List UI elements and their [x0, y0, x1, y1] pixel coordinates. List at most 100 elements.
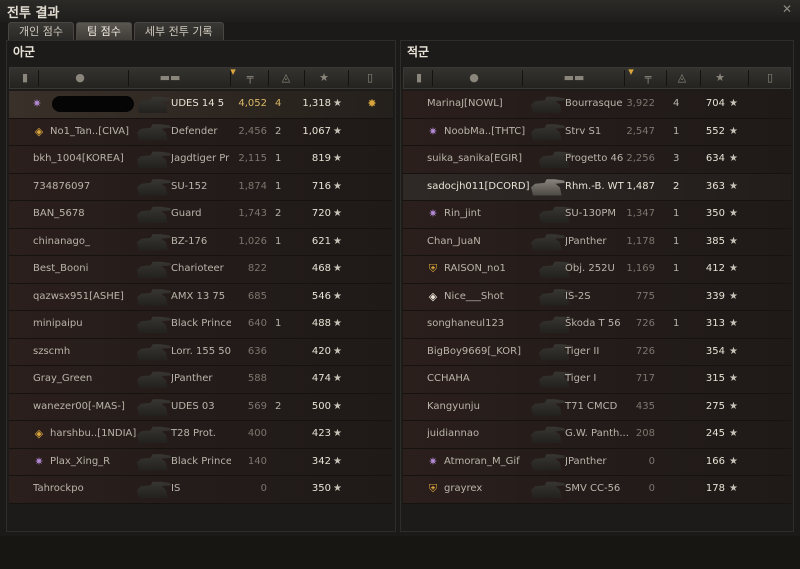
player-name: szscmh: [33, 345, 71, 357]
rank-icon[interactable]: ▮: [16, 68, 34, 88]
table-row[interactable]: BAN_5678 Guard 1,743 2 720 ★: [9, 201, 393, 229]
xp-star-icon[interactable]: ★: [314, 68, 334, 88]
rank-icon[interactable]: ▮: [410, 68, 428, 88]
tank-icon: [137, 454, 171, 471]
window-footer: [0, 536, 800, 569]
tab-team-score[interactable]: 팀 점수: [75, 22, 132, 41]
tank-icon: [137, 481, 171, 498]
table-row[interactable]: suika_sanika[EGIR] Progetto 46 2,256 3 6…: [403, 146, 791, 174]
xp-star-icon: ★: [333, 483, 342, 494]
tank-icon: [137, 426, 171, 443]
player-icon[interactable]: ●: [464, 68, 484, 88]
tank-name: Charioteer: [171, 263, 224, 274]
table-row[interactable]: 734876097 SU-152 1,874 1 716 ★: [9, 173, 393, 201]
kills-value: 2: [275, 125, 282, 137]
kills-value: 4: [673, 98, 680, 109]
xp-value: 546: [311, 290, 331, 302]
table-row[interactable]: ✷ Plax_Xing_R Black Prince 140 342 ★: [9, 448, 393, 476]
tank-name: Tiger II: [565, 345, 600, 357]
xp-star-icon[interactable]: ★: [710, 68, 730, 88]
table-row[interactable]: MarinaJ[NOWL] Bourrasque 3,922 4 704 ★: [403, 91, 791, 119]
table-row[interactable]: ⛨ grayrex SMV CC-56 0 178 ★: [403, 476, 791, 504]
table-row[interactable]: chinanago_ BZ-176 1,026 1 621 ★: [9, 228, 393, 256]
kills-icon[interactable]: ◬: [272, 68, 300, 88]
kills-value: 2: [275, 208, 282, 219]
table-row[interactable]: Kangyunju T71 CMCD 435 275 ★: [403, 393, 791, 421]
xp-star-icon: ★: [729, 400, 738, 412]
damage-value: 400: [247, 428, 267, 439]
tank-name: SMV CC-56: [565, 483, 621, 494]
table-row[interactable]: Tahrockpo IS 0 350 ★: [9, 476, 393, 504]
xp-star-icon: ★: [333, 180, 342, 192]
tank-name: BZ-176: [171, 235, 208, 247]
player-name: Chan_JuaN: [427, 235, 481, 247]
table-row[interactable]: ⛨ RAISON_no1 Obj. 252U 1,169 1 412 ★: [403, 256, 791, 284]
table-row[interactable]: Gray_Green JPanther 588 474 ★: [9, 366, 393, 394]
medal-icon[interactable]: ▯: [760, 68, 780, 88]
table-row[interactable]: ✷ Atmoran_M_Gif JPanther 0 166 ★: [403, 448, 791, 476]
kills-value: 4: [275, 98, 282, 109]
left-team-title: 아군: [13, 45, 36, 59]
table-row[interactable]: ✷ NoobMa..[THTC] Strv S1 2,547 1 552 ★: [403, 118, 791, 146]
table-row[interactable]: ◈ No1_Tan..[CIVA] Defender 2,456 2 1,067…: [9, 118, 393, 146]
table-row[interactable]: szscmh Lorr. 155 50 636 420 ★: [9, 338, 393, 366]
xp-value: 488: [311, 318, 331, 329]
damage-icon[interactable]: ╤: [238, 68, 262, 88]
player-icon[interactable]: ●: [70, 68, 90, 88]
kills-icon[interactable]: ◬: [668, 68, 696, 88]
table-row[interactable]: CCHAHA Tiger I 717 315 ★: [403, 366, 791, 394]
table-row[interactable]: ✷ UDES 14 5 4,052 4 1,318 ★ ✸: [9, 91, 393, 119]
player-name: BigBoy9669[_KOR]: [427, 345, 521, 357]
tank-icon: [137, 371, 171, 388]
player-name: Nice___Shot: [444, 290, 504, 302]
xp-value: 1,067: [302, 125, 331, 137]
xp-value: 500: [311, 400, 331, 412]
tab-personal-score[interactable]: 개인 점수: [8, 22, 74, 41]
table-row[interactable]: ◈ harshbu..[1NDIA] T28 Prot. 400 423 ★: [9, 421, 393, 449]
damage-icon[interactable]: ╤: [636, 68, 660, 88]
tank-name: Strv S1: [565, 125, 602, 137]
window-title: 전투 결과: [7, 6, 60, 21]
xp-value: 342: [311, 455, 331, 467]
tank-name: Lorr. 155 50: [171, 345, 231, 357]
tank-icon[interactable]: ▬▬: [554, 68, 594, 88]
table-row[interactable]: minipaipu Black Prince 640 1 488 ★: [9, 311, 393, 339]
tank-name: JPanther: [565, 455, 607, 467]
table-row[interactable]: ◈ Nice___Shot IS-2S 775 339 ★: [403, 283, 791, 311]
sort-icon[interactable]: ▾: [228, 62, 238, 82]
player-name: 734876097: [33, 180, 91, 192]
sort-icon[interactable]: ▾: [626, 62, 636, 82]
tank-icon: [137, 151, 171, 168]
table-row[interactable]: BigBoy9669[_KOR] Tiger II 726 354 ★: [403, 338, 791, 366]
table-row[interactable]: sadocjh011[DCORD] Rhm.-B. WT 1,487 2 363…: [403, 173, 791, 201]
tab-detailed-log[interactable]: 세부 전투 기록: [133, 22, 224, 41]
tank-icon: [137, 399, 171, 416]
xp-star-icon: ★: [333, 98, 342, 109]
medal-icon[interactable]: ▯: [360, 68, 380, 88]
medal-icon[interactable]: ✸: [366, 98, 378, 110]
xp-value: 716: [311, 180, 331, 192]
xp-star-icon: ★: [333, 263, 342, 274]
tank-icon[interactable]: ▬▬: [150, 68, 190, 88]
xp-value: 704: [705, 98, 725, 109]
table-row[interactable]: juidiannao G.W. Panth... 208 245 ★: [403, 421, 791, 449]
table-row[interactable]: wanezer00[-MAS-] UDES 03 569 2 500 ★: [9, 393, 393, 421]
table-row[interactable]: bkh_1004[KOREA] Jagdtiger Pr 2,115 1 819…: [9, 146, 393, 174]
xp-value: 350: [705, 208, 725, 219]
table-row[interactable]: ✷ Rin_jint SU-130PM 1,347 1 350 ★: [403, 201, 791, 229]
table-row[interactable]: qazwsx951[ASHE] AMX 13 75 685 546 ★: [9, 283, 393, 311]
table-row[interactable]: Best_Booni Charioteer 822 468 ★: [9, 256, 393, 284]
close-icon[interactable]: ✕: [780, 2, 794, 16]
player-name: suika_sanika[EGIR]: [427, 153, 523, 164]
tank-name: Progetto 46: [565, 153, 624, 164]
xp-value: 313: [705, 318, 725, 329]
window-titlebar: 전투 결과 ✕: [0, 0, 800, 22]
damage-value: 1,178: [626, 235, 655, 247]
kills-value: 1: [275, 153, 282, 164]
xp-star-icon: ★: [333, 400, 342, 412]
player-name: NoobMa..[THTC]: [444, 125, 526, 137]
player-name: Kangyunju: [427, 400, 480, 412]
table-row[interactable]: songhaneul123 Škoda T 56 726 1 313 ★: [403, 311, 791, 339]
table-row[interactable]: Chan_JuaN JPanther 1,178 1 385 ★: [403, 228, 791, 256]
tank-name: JPanther: [171, 373, 213, 384]
